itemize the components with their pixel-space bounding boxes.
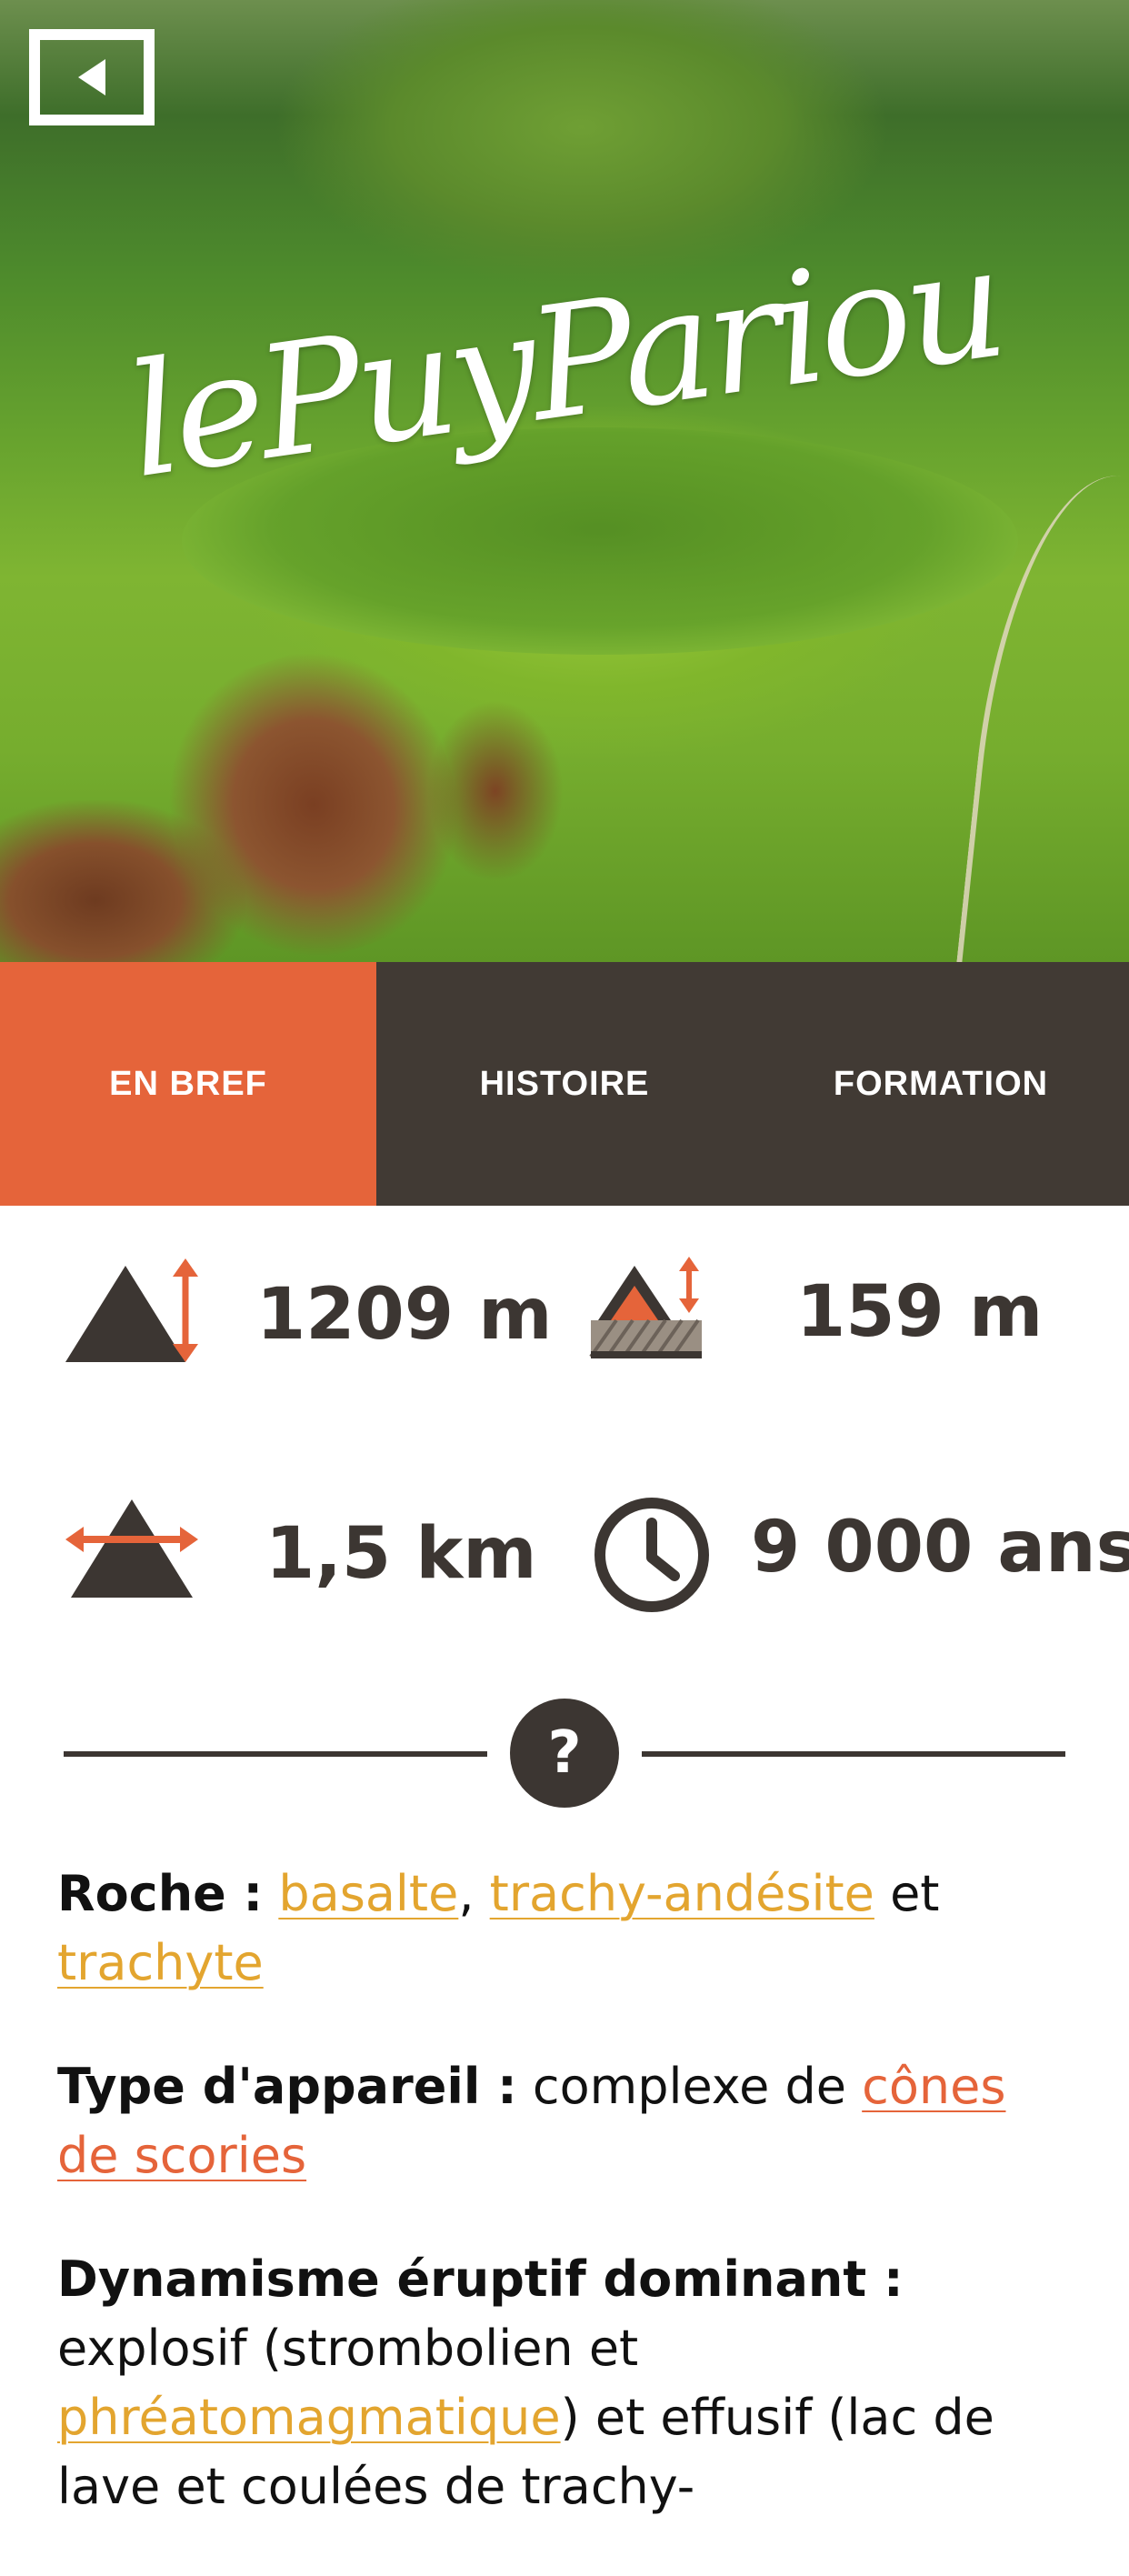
rock-label: Roche : (57, 1865, 264, 1922)
type-label: Type d'appareil : (57, 2058, 517, 2115)
dynamism-label: Dynamisme éruptif dominant : (57, 2250, 904, 2308)
link-trachyte[interactable]: trachyte (57, 1934, 264, 1991)
divider-line-left (64, 1751, 487, 1757)
link-phreatomagmatique[interactable]: phréatomagmatique (57, 2389, 561, 2446)
rock-paragraph: Roche : basalte, trachy-andésite et trac… (57, 1859, 1075, 1998)
tab-histoire[interactable]: HISTOIRE (376, 962, 753, 1206)
dynamism-paragraph: Dynamisme éruptif dominant : explosif (s… (57, 2245, 1075, 2521)
back-button[interactable] (29, 29, 155, 125)
diameter-value: 1,5 km (265, 1513, 537, 1595)
help-button[interactable]: ? (510, 1699, 619, 1808)
back-arrow-icon (78, 59, 105, 95)
question-icon: ? (547, 1719, 582, 1787)
altitude-icon (65, 1258, 198, 1362)
age-value: 9 000 ans (751, 1507, 1129, 1589)
type-text: complexe de (532, 2058, 846, 2115)
relative-height-icon (589, 1257, 702, 1358)
type-paragraph: Type d'appareil : complexe de cônes de s… (57, 2052, 1075, 2190)
scoria-patch (427, 700, 564, 882)
tab-en-bref[interactable]: EN BREF (0, 962, 376, 1206)
relative-height-value: 159 m (796, 1271, 1044, 1353)
clock-icon (594, 1498, 709, 1612)
link-trachy-andesite[interactable]: trachy-andésite (490, 1865, 874, 1922)
details-section: Roche : basalte, trachy-andésite et trac… (57, 1859, 1075, 2576)
tab-bar: EN BREF HISTOIRE FORMATION (0, 962, 1129, 1206)
tab-formation[interactable]: FORMATION (753, 962, 1129, 1206)
scoria-patch (0, 800, 245, 962)
rock-conjunction: et (890, 1865, 940, 1922)
rock-separator: , (458, 1865, 475, 1922)
hero-image: lePuyPariou (0, 0, 1129, 962)
dynamism-text-1: explosif (strombolien et (57, 2320, 639, 2377)
divider-line-right (642, 1751, 1065, 1757)
diameter-icon (65, 1499, 198, 1598)
altitude-value: 1209 m (256, 1274, 553, 1356)
link-basalte[interactable]: basalte (278, 1865, 458, 1922)
